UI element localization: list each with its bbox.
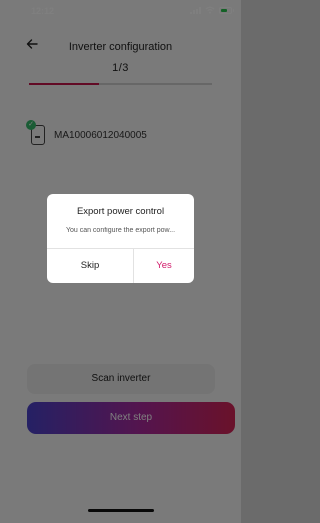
- yes-button[interactable]: Yes: [134, 249, 194, 283]
- export-power-control-dialog: Export power control You can configure t…: [47, 194, 194, 283]
- skip-button[interactable]: Skip: [47, 249, 133, 283]
- dialog-title: Export power control: [76, 206, 165, 217]
- dialog-message: You can configure the export pow...: [65, 227, 176, 234]
